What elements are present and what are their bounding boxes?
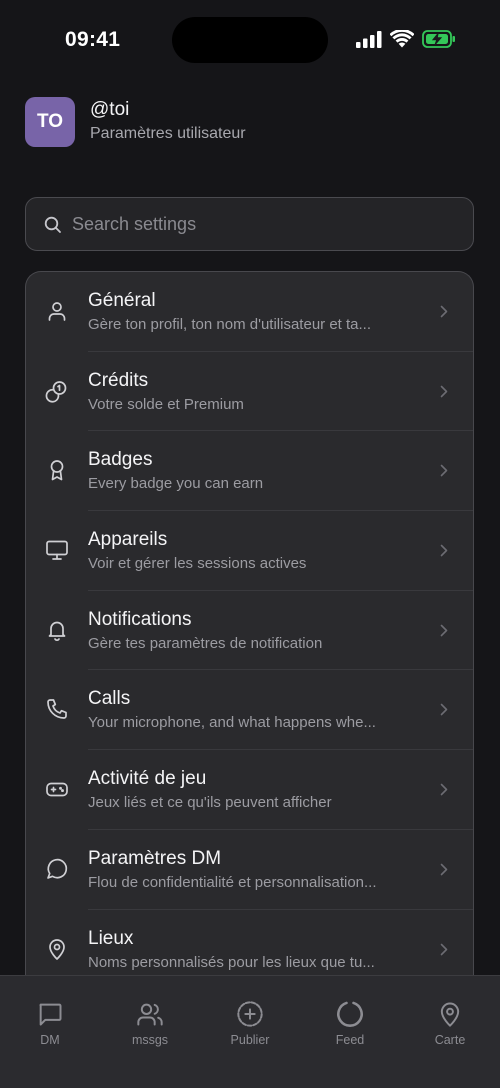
settings-row-subtitle: Noms personnalisés pour les lieux que tu… — [88, 953, 375, 971]
settings-row-dm-settings[interactable]: Paramètres DM Flou de confidentialité et… — [26, 830, 473, 910]
phone-icon — [47, 699, 67, 720]
settings-row-subtitle: Gère tes paramètres de notification — [88, 634, 323, 652]
settings-row-devices[interactable]: Appareils Voir et gérer les sessions act… — [26, 511, 473, 591]
search-input[interactable] — [72, 198, 462, 250]
settings-row-subtitle: Gère ton profil, ton nom d'utilisateur e… — [88, 316, 372, 333]
settings-row-credits[interactable]: Crédits Votre solde et Premium — [26, 352, 473, 432]
bell-icon — [48, 621, 66, 641]
settings-row-title: Badges — [88, 449, 153, 471]
settings-row-calls[interactable]: Calls Your microphone, and what happens … — [26, 670, 473, 751]
message-square-icon — [39, 1003, 62, 1026]
tab-label: Publier — [230, 1033, 270, 1047]
chevron-right-icon — [440, 783, 448, 796]
settings-row-subtitle: Jeux liés et ce qu'ils peuvent afficher — [88, 794, 332, 812]
settings-row-title: Lieux — [88, 927, 134, 949]
map-pin-icon — [49, 938, 65, 960]
settings-row-subtitle: Every badge you can earn — [88, 475, 264, 493]
tab-publier[interactable]: Publier — [210, 1000, 290, 1047]
chevron-right-icon — [440, 305, 448, 318]
cellular-signal-icon — [356, 30, 382, 48]
chat-bubble-icon — [47, 858, 68, 879]
tab-mssgs[interactable]: mssgs — [110, 1000, 190, 1047]
settings-list: Général Gère ton profil, ton nom d'utili… — [25, 271, 474, 1011]
status-time: 09:41 — [65, 28, 121, 51]
battery-charging-icon — [422, 30, 455, 48]
settings-row-subtitle: Flou de confidentialité et personnalisat… — [88, 873, 377, 891]
map-pin-icon — [440, 1002, 460, 1027]
status-icons — [356, 30, 456, 48]
chevron-right-icon — [440, 943, 448, 955]
tab-bar: DM mssgs Publier Feed Carte — [0, 975, 500, 1088]
settings-row-title: Général — [88, 290, 156, 311]
chevron-right-icon — [440, 385, 448, 397]
settings-row-badges[interactable]: Badges Every badge you can earn — [26, 431, 473, 512]
circle-icon — [337, 1001, 363, 1027]
chevron-right-icon — [440, 544, 448, 557]
chevron-right-icon — [440, 465, 448, 477]
status-bar: 09:41 — [0, 0, 500, 80]
chevron-right-icon — [440, 863, 448, 876]
chevron-right-icon — [440, 624, 448, 637]
monitor-icon — [46, 540, 68, 560]
tab-dm[interactable]: DM — [10, 1000, 90, 1047]
coins-icon — [45, 380, 67, 403]
tab-carte[interactable]: Carte — [410, 1000, 490, 1047]
settings-row-title: Activité de jeu — [88, 768, 207, 790]
avatar[interactable]: TO — [25, 97, 75, 147]
tab-label: Feed — [335, 1033, 365, 1047]
settings-row-subtitle: Votre solde et Premium — [88, 395, 244, 413]
search-icon — [44, 216, 61, 233]
profile-header[interactable]: TO @toi Paramètres utilisateur — [25, 97, 475, 149]
settings-row-general[interactable]: Général Gère ton profil, ton nom d'utili… — [26, 272, 473, 352]
profile-handle: @toi — [90, 99, 130, 120]
settings-row-title: Appareils — [88, 529, 168, 551]
search-bar[interactable] — [25, 197, 474, 251]
tab-label: DM — [40, 1033, 60, 1047]
user-icon — [48, 302, 66, 321]
chevron-right-icon — [440, 704, 448, 716]
award-icon — [50, 460, 64, 481]
profile-subtitle: Paramètres utilisateur — [90, 125, 246, 142]
dynamic-island — [172, 17, 328, 63]
settings-row-notifications[interactable]: Notifications Gère tes paramètres de not… — [26, 591, 473, 671]
tab-feed[interactable]: Feed — [310, 1000, 390, 1047]
settings-row-title: Notifications — [88, 608, 192, 630]
settings-row-game-activity[interactable]: Activité de jeu Jeux liés et ce qu'ils p… — [26, 750, 473, 830]
wifi-icon — [390, 30, 414, 48]
gamepad-icon — [46, 782, 68, 797]
settings-row-title: Paramètres DM — [88, 847, 222, 869]
settings-row-subtitle: Voir et gérer les sessions actives — [88, 555, 307, 573]
settings-row-subtitle: Your microphone, and what happens whe... — [88, 714, 376, 732]
settings-row-title: Calls — [88, 688, 131, 710]
tab-label: Carte — [434, 1033, 466, 1047]
users-icon — [137, 1003, 163, 1026]
settings-row-title: Crédits — [88, 369, 149, 391]
tab-label: mssgs — [131, 1033, 169, 1047]
plus-circle-icon — [237, 1001, 263, 1027]
